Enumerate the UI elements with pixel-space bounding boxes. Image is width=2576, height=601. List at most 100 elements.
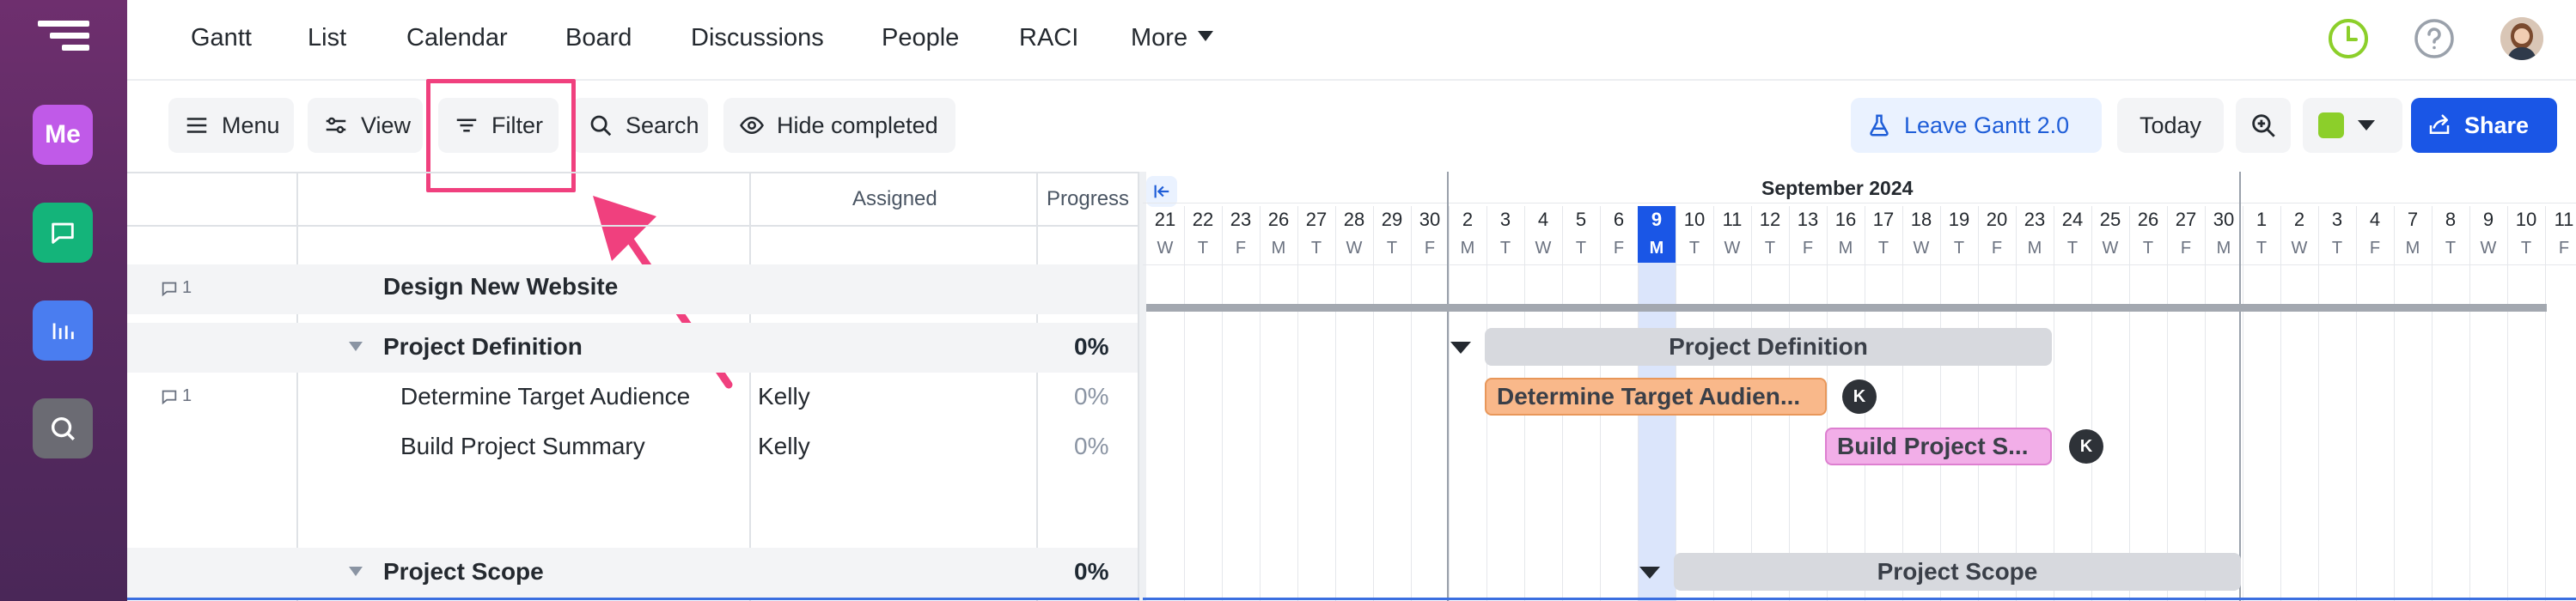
project-summary-bar[interactable] [1146,304,2547,312]
chevron-down-icon [1198,31,1214,42]
tab-list[interactable]: List [308,24,346,52]
task-grid: Assigned Progress 1 Design New Website P… [127,172,1139,601]
day-weekday: F [2558,239,2570,258]
day-weekday: F [2369,239,2381,258]
leave-gantt-button[interactable]: Leave Gantt 2.0 [1851,98,2102,153]
gantt-bar-project-definition[interactable]: Project Definition [1485,328,2052,366]
share-button[interactable]: Share [2411,98,2557,153]
day-number: 17 [1872,209,1895,230]
view-button[interactable]: View [308,98,423,153]
top-nav: Gantt List Calendar Board Discussions Pe… [127,0,2576,81]
hide-completed-button[interactable]: Hide completed [723,98,955,153]
comment-icon [162,390,177,404]
tab-raci[interactable]: RACI [1019,24,1078,52]
color-picker-button[interactable] [2303,98,2402,153]
day-gridline [2318,206,2319,601]
day-number: 22 [1192,209,1214,230]
assigned-value[interactable]: Kelly [758,433,810,460]
progress-value: 0% [1074,433,1109,459]
day-weekday: W [1913,239,1930,258]
split-handle[interactable] [1139,172,1146,601]
task-name[interactable]: Determine Target Audience [400,383,690,410]
day-gridline [2545,206,2546,601]
assigned-value[interactable]: Kelly [758,383,810,410]
progress-value: 0% [1074,383,1109,410]
day-weekday: T [1764,239,1776,258]
comment-count-label: 1 [182,278,192,297]
day-weekday: T [1499,239,1511,258]
comment-count[interactable]: 1 [160,386,192,406]
today-button[interactable]: Today [2117,98,2224,153]
view-button-label: View [361,112,412,138]
time-tracking-button[interactable] [2327,17,2370,60]
task-name[interactable]: Design New Website [383,273,618,300]
divider [1036,172,1038,601]
divider [749,172,751,601]
task-name[interactable]: Project Definition [383,333,583,361]
me-button[interactable]: Me [33,105,93,165]
task-name[interactable]: Project Scope [383,558,544,586]
day-weekday: T [1575,239,1587,258]
day-weekday: W [1157,239,1174,258]
tab-more[interactable]: More [1131,24,1214,52]
collapse-toggle-icon[interactable] [1450,342,1471,354]
avatar-portrait-icon [2500,17,2543,60]
gantt-bar-label: Project Scope [1877,558,2038,585]
day-gridline [1184,206,1185,601]
sliders-icon [323,112,349,138]
tab-people[interactable]: People [882,24,959,52]
bar-chart-icon [52,323,74,339]
assignee-avatar[interactable]: K [2069,429,2103,464]
day-gridline [1827,206,1828,601]
column-header-assigned[interactable]: Assigned [852,187,937,211]
table-row[interactable] [127,323,1138,373]
user-avatar[interactable] [2500,17,2543,60]
day-number: 1 [2256,209,2268,230]
day-weekday: M [1271,239,1286,258]
day-weekday: F [1991,239,2003,258]
tab-gantt[interactable]: Gantt [191,24,252,52]
share-button-label: Share [2464,112,2530,138]
progress-value: 0% [1074,558,1109,585]
global-search-button[interactable] [33,398,93,458]
search-button-label: Search [626,112,699,138]
left-rail: Me [0,0,127,601]
gantt-bar-project-scope[interactable]: Project Scope [1674,553,2241,591]
column-header-progress[interactable]: Progress [1047,187,1129,211]
day-gridline [2205,206,2206,601]
collapse-toggle-icon[interactable] [349,567,363,576]
day-number: 29 [1381,209,1403,230]
reports-button[interactable] [33,300,93,361]
zoom-button[interactable] [2236,98,2291,153]
chat-icon [52,222,74,244]
menu-button[interactable]: Menu [168,98,294,153]
search-button[interactable]: Search [572,98,708,153]
day-number: 4 [2369,209,2381,230]
day-number: 13 [1797,209,1819,230]
day-number: 20 [1986,209,2008,230]
tab-discussions[interactable]: Discussions [691,24,824,52]
comment-count[interactable]: 1 [160,278,192,298]
chevron-down-icon [2358,120,2375,131]
day-number: 28 [1343,209,1365,230]
table-row[interactable] [127,548,1138,598]
gantt-bar-label: Project Definition [1669,333,1868,360]
day-gridline [2091,206,2092,601]
collapse-toggle-icon[interactable] [349,342,363,351]
day-weekday: F [1613,239,1625,258]
help-button[interactable] [2413,17,2456,60]
tab-board[interactable]: Board [565,24,632,52]
assignee-avatar[interactable]: K [1842,379,1877,414]
day-gridline [1335,206,1336,601]
selection-line [1143,598,2576,600]
gantt-bar-build-summary[interactable]: Build Project S... [1825,428,2052,465]
task-name[interactable]: Build Project Summary [400,433,645,460]
chat-button[interactable] [33,203,93,263]
gantt-bar-determine-target[interactable]: Determine Target Audien... [1485,378,1827,416]
app-logo-icon[interactable] [38,21,89,58]
table-row[interactable] [127,264,1138,314]
day-gridline [2280,206,2281,601]
gantt-bar-label: Build Project S... [1837,433,2029,459]
collapse-toggle-icon[interactable] [1639,567,1660,579]
tab-calendar[interactable]: Calendar [406,24,508,52]
